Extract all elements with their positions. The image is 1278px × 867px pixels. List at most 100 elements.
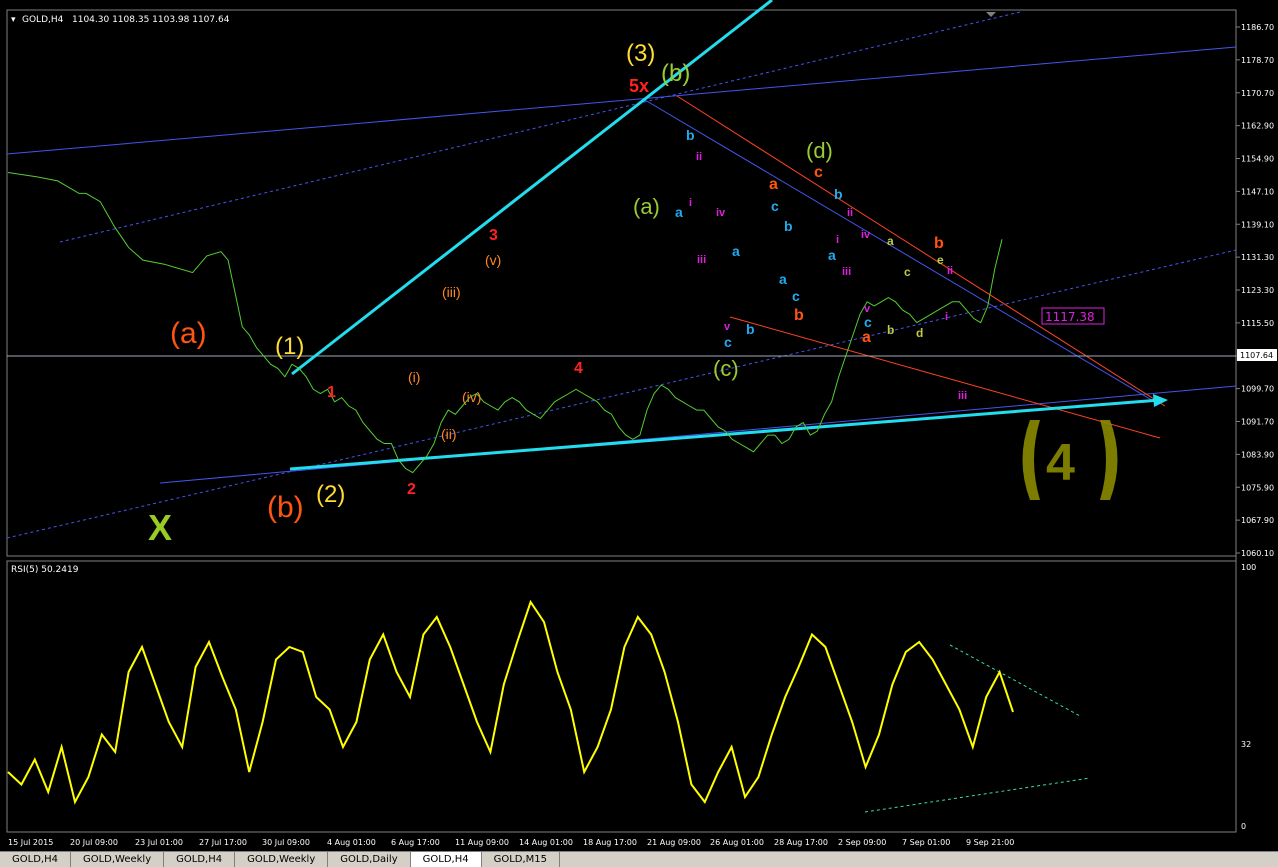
ohlc-readout: 1104.30 1108.35 1103.98 1107.64 — [72, 15, 230, 25]
svg-text:c: c — [904, 265, 911, 279]
svg-text:a: a — [862, 329, 871, 346]
rsi-axis: 100 32 0 — [1241, 563, 1256, 831]
tab-gold-h4-1[interactable]: GOLD,H4 — [0, 852, 71, 867]
svg-text:ii: ii — [947, 265, 953, 277]
time-tick-label: 26 Aug 01:00 — [710, 838, 764, 847]
svg-text:b: b — [834, 186, 843, 202]
wave-c-green-label: (c) — [713, 356, 739, 381]
svg-text:i: i — [836, 234, 839, 246]
svg-text:b: b — [686, 127, 695, 143]
svg-text:iii: iii — [958, 390, 967, 402]
price-tick-label: 1131.30 — [1241, 253, 1274, 262]
svg-text:b: b — [784, 218, 793, 234]
rsi-level-32: 32 — [1241, 740, 1251, 749]
wave-1-label: (1) — [275, 333, 304, 360]
chart-tabs: GOLD,H4 GOLD,Weekly GOLD,H4 GOLD,Weekly … — [0, 851, 1278, 867]
tab-gold-weekly-2[interactable]: GOLD,Weekly — [235, 852, 329, 867]
wave-2-label: (2) — [316, 481, 345, 508]
price-tick-label: 1075.90 — [1241, 483, 1274, 492]
svg-text:b: b — [746, 321, 755, 337]
svg-text:(iii): (iii) — [442, 284, 461, 300]
time-tick-label: 9 Sep 21:00 — [966, 838, 1014, 847]
svg-text:(i): (i) — [408, 369, 420, 385]
svg-text:(ii): (ii) — [441, 426, 457, 442]
svg-text:b: b — [887, 323, 894, 337]
svg-text:i: i — [945, 311, 948, 323]
svg-text:i: i — [689, 197, 692, 209]
rsi-level-100: 100 — [1241, 563, 1256, 572]
svg-text:d: d — [916, 326, 923, 340]
wave-a-green-label: (a) — [633, 194, 660, 219]
price-tick-label: 1154.90 — [1241, 155, 1274, 164]
tab-gold-h4-2[interactable]: GOLD,H4 — [164, 852, 236, 867]
time-tick-label: 28 Aug 17:00 — [774, 838, 828, 847]
time-tick-label: 23 Jul 01:00 — [135, 838, 183, 847]
svg-text:1: 1 — [327, 384, 336, 401]
price-tick-label: 1162.90 — [1241, 122, 1274, 131]
svg-text:2: 2 — [407, 481, 416, 498]
tab-gold-h4-active[interactable]: GOLD,H4 — [410, 852, 482, 867]
wave-3-label: (3) — [626, 40, 655, 67]
price-tick-label: 1091.70 — [1241, 418, 1274, 427]
collapse-arrow-icon[interactable]: ▾ — [11, 15, 16, 25]
price-tick-label: 1083.90 — [1241, 450, 1274, 459]
time-tick-label: 15 Jul 2015 — [8, 838, 53, 847]
time-tick-label: 14 Aug 01:00 — [519, 838, 573, 847]
time-tick-label: 18 Aug 17:00 — [583, 838, 637, 847]
svg-text:c: c — [864, 314, 872, 330]
time-axis: 15 Jul 2015 20 Jul 09:00 23 Jul 01:00 27 Ju… — [8, 838, 1014, 847]
svg-text:4: 4 — [574, 360, 583, 377]
chart-svg: ▾ GOLD,H4 1104.30 1108.35 1103.98 1107.6… — [6, 0, 1277, 847]
price-axis: 1186.70 1178.70 1170.70 1162.90 1154.90 1147.… — [1236, 23, 1274, 558]
current-price-text: 1107.64 — [1240, 351, 1273, 360]
price-tick-label: 1147.10 — [1241, 187, 1274, 196]
svg-text:c: c — [724, 334, 732, 350]
tab-gold-daily[interactable]: GOLD,Daily — [328, 852, 411, 867]
wave-x-label: X — [148, 507, 172, 548]
svg-text:e: e — [937, 253, 944, 267]
svg-text:b: b — [934, 235, 944, 252]
svg-text:iv: iv — [716, 207, 726, 219]
time-tick-label: 11 Aug 09:00 — [455, 838, 509, 847]
price-tick-label: 1170.70 — [1241, 89, 1274, 98]
svg-text:(iv): (iv) — [462, 389, 481, 405]
svg-text:iii: iii — [697, 254, 706, 266]
svg-text:ii: ii — [696, 151, 702, 163]
price-tick-label: 1139.10 — [1241, 220, 1274, 229]
symbol-title: GOLD,H4 — [22, 15, 64, 25]
svg-text:c: c — [814, 164, 823, 181]
svg-text:a: a — [769, 176, 778, 193]
time-tick-label: 27 Jul 17:00 — [199, 838, 247, 847]
time-tick-label: 30 Jul 09:00 — [262, 838, 310, 847]
price-tick-label: 1186.70 — [1241, 23, 1274, 32]
marked-price-text: 1117.38 — [1045, 310, 1095, 324]
time-tick-label: 6 Aug 17:00 — [391, 838, 440, 847]
svg-text:iii: iii — [842, 266, 851, 278]
price-tick-label: 1099.70 — [1241, 385, 1274, 394]
tab-gold-weekly-1[interactable]: GOLD,Weekly — [71, 852, 165, 867]
rsi-title: RSI(5) 50.2419 — [11, 565, 79, 575]
svg-text:a: a — [732, 243, 740, 259]
svg-text:3: 3 — [489, 227, 498, 244]
svg-text:a: a — [887, 234, 894, 248]
price-tick-label: 1115.50 — [1241, 319, 1274, 328]
tab-gold-m15[interactable]: GOLD,M15 — [482, 852, 561, 867]
time-tick-label: 7 Sep 01:00 — [902, 838, 950, 847]
svg-text:iv: iv — [861, 229, 871, 241]
svg-text:c: c — [771, 198, 779, 214]
time-tick-label: 20 Jul 09:00 — [70, 838, 118, 847]
price-tick-label: 1123.30 — [1241, 286, 1274, 295]
wave-a-label: (a) — [170, 317, 207, 350]
svg-text:ii: ii — [847, 207, 853, 219]
price-tick-label: 1067.90 — [1241, 516, 1274, 525]
time-tick-label: 2 Sep 09:00 — [838, 838, 886, 847]
price-tick-label: 1060.10 — [1241, 549, 1274, 558]
svg-text:v: v — [864, 303, 871, 315]
wave-b-green-label: (b) — [661, 60, 690, 87]
svg-text:4: 4 — [1046, 434, 1075, 492]
svg-text:c: c — [792, 288, 800, 304]
price-tick-label: 1178.70 — [1241, 56, 1274, 65]
time-tick-label: 21 Aug 09:00 — [647, 838, 701, 847]
svg-text:a: a — [828, 247, 836, 263]
rsi-level-0: 0 — [1241, 822, 1246, 831]
